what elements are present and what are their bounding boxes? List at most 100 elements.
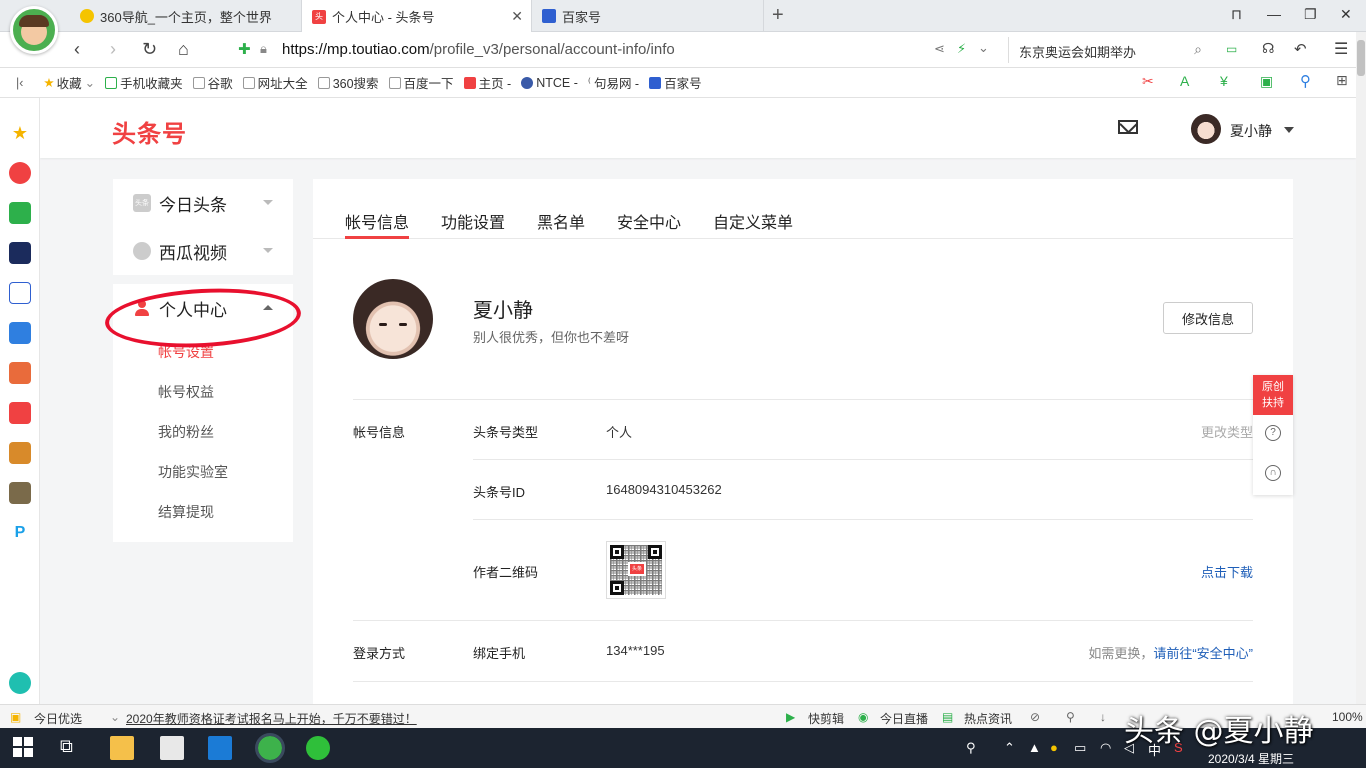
bookmark-item[interactable]: 主页 - <box>463 73 511 92</box>
home-icon[interactable]: ⌂ <box>178 39 189 60</box>
original-support-button[interactable]: 原创 扶持 <box>1253 375 1293 415</box>
download-qr-link[interactable]: 点击下载 <box>1201 562 1253 581</box>
refresh-icon[interactable]: ↻ <box>142 39 157 60</box>
url-field[interactable]: https://mp.toutiao.com/profile_v3/person… <box>282 41 675 58</box>
file-explorer-icon[interactable] <box>110 736 134 760</box>
sidebar-subitem-lab[interactable]: 功能实验室 <box>113 452 293 492</box>
word-icon[interactable] <box>9 282 31 304</box>
yen-icon[interactable]: ¥ <box>1220 73 1228 89</box>
share-icon[interactable]: ⋖ <box>934 41 945 57</box>
sidebar-subitem-settlement[interactable]: 结算提现 <box>113 492 293 532</box>
bookmark-item[interactable]: 百家号 <box>649 73 702 92</box>
game-news-icon[interactable] <box>9 242 31 264</box>
profile-avatar[interactable] <box>353 279 433 359</box>
clock-date[interactable]: 2020/3/4 星期三 <box>1208 750 1294 767</box>
store-icon[interactable] <box>160 736 184 760</box>
bookmark-item[interactable]: ★ 收藏 ⌄ <box>43 73 95 92</box>
shirt-icon[interactable]: ⊓ <box>1231 6 1242 23</box>
sidebar-item-xigua[interactable]: 西瓜视频 <box>113 227 293 275</box>
bookmark-item[interactable]: NTCE - <box>521 76 578 90</box>
site-logo[interactable]: 头条号 <box>112 114 187 149</box>
wechat-icon[interactable] <box>306 736 330 760</box>
tab-feature-settings[interactable]: 功能设置 <box>441 209 505 233</box>
battery-tray-icon[interactable]: ▭ <box>1074 740 1086 756</box>
lightning-icon[interactable]: ⚡︎ <box>957 41 966 57</box>
edit-profile-button[interactable]: 修改信息 <box>1163 302 1253 334</box>
help-icon[interactable]: ? <box>1265 425 1281 441</box>
zoom-level[interactable]: 100% <box>1332 710 1363 724</box>
gift-icon[interactable]: ▣ <box>10 710 21 724</box>
download-icon[interactable]: ↓ <box>1100 710 1106 724</box>
browser-tab-360[interactable]: 360导航_一个主页，整个世界 <box>70 0 302 32</box>
headset-icon[interactable]: ∩ <box>1265 465 1281 481</box>
forward-icon[interactable]: › <box>110 39 116 60</box>
add-app-icon[interactable] <box>9 672 31 694</box>
search-icon[interactable]: ⌕ <box>1194 41 1202 58</box>
security-center-link[interactable]: 请前往“安全中心” <box>1153 646 1253 661</box>
chevron-down-icon[interactable] <box>1284 127 1294 133</box>
search-input[interactable]: 东京奥运会如期举办 ⌕ <box>1008 37 1208 63</box>
browser-avatar-logo[interactable] <box>10 6 58 54</box>
tab-account-info[interactable]: 帐号信息 <box>345 209 409 233</box>
news-ticker-link[interactable]: 2020年教师资格证考试报名马上开始，千万不要错过！ <box>126 710 417 727</box>
headphone-icon[interactable]: ☊ <box>1262 40 1274 57</box>
scroll-thumb[interactable] <box>1357 40 1365 76</box>
sidebar-subitem-account-rights[interactable]: 帐号权益 <box>113 372 293 412</box>
daily-picks[interactable]: 今日优选 <box>34 710 82 727</box>
pin-icon[interactable]: ⚲ <box>1066 710 1075 724</box>
mail-icon[interactable] <box>9 202 31 224</box>
magnifier-icon[interactable]: ⚲ <box>1300 72 1311 90</box>
bookmark-item[interactable]: 百度一下 <box>388 73 454 92</box>
collapse-icon[interactable]: |‹ <box>16 76 23 90</box>
tab-blacklist[interactable]: 黑名单 <box>537 209 585 233</box>
people-icon[interactable]: ⚲ <box>966 740 976 756</box>
header-username[interactable]: 夏小静 <box>1230 121 1272 141</box>
favorites-icon[interactable]: ★ <box>9 122 31 144</box>
shield-icon[interactable]: ✚ <box>238 40 251 58</box>
chat-icon[interactable] <box>9 322 31 344</box>
close-window-icon[interactable]: ✕ <box>1340 6 1352 23</box>
change-type-link[interactable]: 更改类型 <box>1201 422 1253 441</box>
menu-icon[interactable]: ☰ <box>1334 39 1348 59</box>
minimize-icon[interactable]: — <box>1267 6 1281 22</box>
bookmark-item[interactable]: 网址大全 <box>242 73 308 92</box>
bookmark-item[interactable]: 谷歌 <box>192 73 233 92</box>
tab-custom-menu[interactable]: 自定义菜单 <box>713 209 793 233</box>
bookmark-item[interactable]: ⁽ 句易网 - <box>588 73 639 92</box>
wifi-icon[interactable]: ◠ <box>1100 740 1111 756</box>
speed-icon[interactable]: ⊘ <box>1030 710 1040 724</box>
mail-app-icon[interactable] <box>208 736 232 760</box>
360-browser-taskbar-icon[interactable] <box>255 733 285 763</box>
sidebar-subitem-fans[interactable]: 我的粉丝 <box>113 412 293 452</box>
sidebar-item-toutiao[interactable]: 头条 今日头条 <box>113 179 293 227</box>
status-live[interactable]: 今日直播 <box>880 710 928 727</box>
browser-tab-toutiao[interactable]: 头 个人中心 - 头条号 ✕ <box>302 0 532 33</box>
chevron-down-icon[interactable]: ⌄ <box>978 40 989 56</box>
status-quick-clip[interactable]: 快剪辑 <box>808 710 844 727</box>
game-app-icon[interactable] <box>9 482 31 504</box>
task-view-icon[interactable]: ⧉ <box>60 736 84 760</box>
weibo-icon[interactable] <box>9 162 31 184</box>
tab-security-center[interactable]: 安全中心 <box>617 209 681 233</box>
bookmark-item[interactable]: 手机收藏夹 <box>105 73 183 92</box>
360-tray-icon[interactable]: ● <box>1050 740 1058 755</box>
avatar[interactable] <box>1191 114 1221 144</box>
back-icon[interactable]: ‹ <box>74 39 80 60</box>
game-icon[interactable]: ▣ <box>1260 73 1273 90</box>
game-app-icon[interactable] <box>9 442 31 464</box>
xiaohongshu-icon[interactable] <box>9 402 31 424</box>
mail-icon[interactable] <box>1118 120 1138 134</box>
page-scrollbar[interactable] <box>1356 32 1366 704</box>
game-app-icon[interactable] <box>9 362 31 384</box>
status-hot-news[interactable]: 热点资讯 <box>964 710 1012 727</box>
undo-icon[interactable]: ↶ <box>1294 40 1307 58</box>
scissors-icon[interactable]: ✂ <box>1142 73 1154 90</box>
notification-bell-icon[interactable]: ▲ <box>1028 740 1041 755</box>
maximize-icon[interactable]: ❐ <box>1304 6 1317 23</box>
chevron-up-icon[interactable]: ⌃ <box>1004 740 1015 756</box>
close-tab-icon[interactable]: ✕ <box>511 8 523 25</box>
grid-icon[interactable]: ⊞ <box>1336 72 1348 89</box>
battery-icon[interactable]: ▭ <box>1226 42 1237 56</box>
new-tab-button[interactable]: + <box>772 5 784 25</box>
windows-start-icon[interactable] <box>12 736 36 760</box>
